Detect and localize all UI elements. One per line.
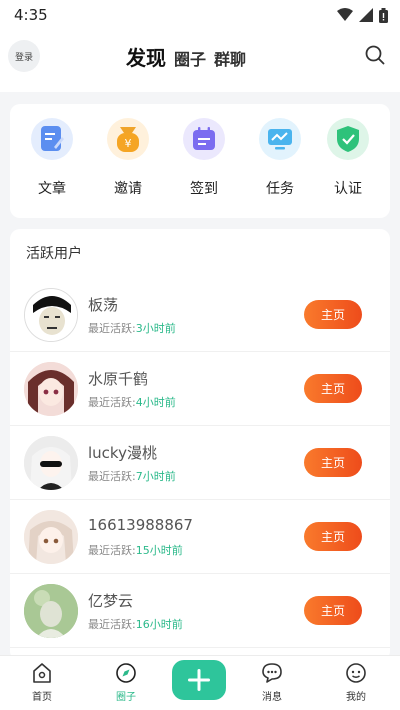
- shortcut-label: 邀请: [114, 181, 142, 197]
- nav-item-messages[interactable]: 消息: [242, 662, 302, 703]
- last-active: 最近活跃:16小时前: [88, 618, 183, 631]
- login-button[interactable]: 登录: [8, 40, 40, 72]
- user-row[interactable]: lucky漫桃 最近活跃:7小时前 主页: [10, 426, 390, 500]
- user-name: lucky漫桃: [88, 444, 157, 462]
- verify-icon: [327, 118, 369, 160]
- shortcut-card: 文章 ¥ 邀请 签到 任务 认证: [10, 104, 390, 218]
- task-icon: [259, 118, 301, 160]
- nav-item-home[interactable]: 首页: [12, 662, 72, 703]
- shortcut-label: 任务: [266, 181, 294, 197]
- add-post-button[interactable]: [172, 660, 226, 700]
- avatar[interactable]: [24, 288, 78, 342]
- signal-icon: [359, 8, 373, 22]
- shortcut-article[interactable]: 文章: [17, 118, 87, 198]
- plus-icon: [188, 669, 210, 691]
- nav-item-me[interactable]: 我的: [326, 662, 386, 703]
- checkin-icon: [183, 118, 225, 160]
- message-icon: [262, 663, 282, 683]
- top-header: 登录 发现 圈子 群聊: [0, 30, 400, 92]
- bottom-nav: 首页 圈子 消息 我的: [0, 655, 400, 710]
- profile-home-button[interactable]: 主页: [304, 448, 362, 477]
- svg-text:¥: ¥: [125, 137, 132, 150]
- section-title: 活跃用户: [26, 246, 82, 262]
- battery-icon: [379, 7, 388, 23]
- tab-discover[interactable]: 发现: [126, 42, 166, 71]
- user-name: 水原千鹤: [88, 370, 149, 388]
- compass-icon: [116, 663, 136, 683]
- user-name: 亿梦云: [88, 592, 134, 610]
- shortcut-verify[interactable]: 认证: [313, 118, 383, 198]
- last-active: 最近活跃:7小时前: [88, 470, 176, 483]
- user-name: 板荡: [88, 296, 119, 314]
- status-time: 4:35: [14, 6, 48, 24]
- shortcut-label: 认证: [334, 181, 362, 197]
- tab-circles[interactable]: 圈子: [174, 46, 206, 70]
- avatar[interactable]: [24, 510, 78, 564]
- last-active: 最近活跃:4小时前: [88, 396, 176, 409]
- shortcut-label: 文章: [38, 181, 66, 197]
- last-active: 最近活跃:15小时前: [88, 544, 183, 557]
- shortcut-invite[interactable]: ¥ 邀请: [93, 118, 163, 198]
- nav-label: 首页: [32, 692, 52, 703]
- avatar[interactable]: [24, 436, 78, 490]
- profile-home-button[interactable]: 主页: [304, 374, 362, 403]
- user-row[interactable]: 16613988867 最近活跃:15小时前 主页: [10, 500, 390, 574]
- nav-label: 圈子: [116, 692, 136, 703]
- status-icons: [337, 7, 388, 23]
- profile-home-button[interactable]: 主页: [304, 300, 362, 329]
- profile-home-button[interactable]: 主页: [304, 522, 362, 551]
- nav-label: 我的: [346, 692, 366, 703]
- nav-item-circles[interactable]: 圈子: [96, 662, 156, 703]
- avatar[interactable]: [24, 584, 78, 638]
- search-icon[interactable]: [364, 44, 386, 66]
- user-row[interactable]: 亿梦云 最近活跃:16小时前 主页: [10, 574, 390, 648]
- shortcut-label: 签到: [190, 181, 218, 197]
- home-icon: [33, 663, 51, 683]
- user-row[interactable]: 板荡 最近活跃:3小时前 主页: [10, 278, 390, 352]
- nav-label: 消息: [262, 692, 282, 703]
- wifi-icon: [337, 8, 353, 21]
- top-tabs: 发现 圈子 群聊: [126, 42, 246, 71]
- shortcut-checkin[interactable]: 签到: [169, 118, 239, 198]
- user-name: 16613988867: [88, 516, 193, 534]
- active-users-card: 活跃用户 板荡 最近活跃:3小时前 主页 水原千鹤 最近活跃:4小时前 主页 l…: [10, 229, 390, 661]
- article-icon: [31, 118, 73, 160]
- tab-group-chat[interactable]: 群聊: [214, 46, 246, 70]
- status-bar: 4:35: [0, 0, 400, 30]
- invite-icon: ¥: [107, 118, 149, 160]
- profile-home-button[interactable]: 主页: [304, 596, 362, 625]
- last-active: 最近活跃:3小时前: [88, 322, 176, 335]
- avatar[interactable]: [24, 362, 78, 416]
- user-row[interactable]: 水原千鹤 最近活跃:4小时前 主页: [10, 352, 390, 426]
- profile-icon: [346, 663, 366, 683]
- shortcut-task[interactable]: 任务: [245, 118, 315, 198]
